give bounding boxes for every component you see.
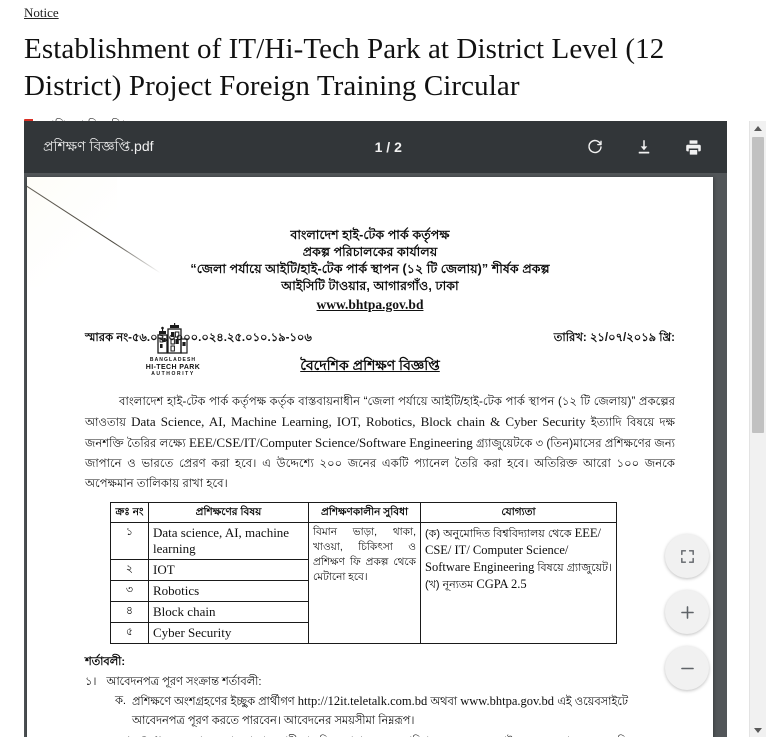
page-scrollbar[interactable] bbox=[749, 121, 766, 737]
row-4-sl: ৪ bbox=[110, 601, 149, 623]
hi-tech-park-building-icon bbox=[157, 323, 188, 354]
breadcrumb-notice-link[interactable]: Notice bbox=[24, 5, 59, 20]
pdf-viewer[interactable]: প্রশিক্ষণ বিজ্ঞপ্তি.pdf 1 / 2 BANGLADESH… bbox=[24, 121, 727, 737]
table-header-subject: প্রশিক্ষণের বিষয় bbox=[148, 502, 309, 523]
table-benefit-cell: বিমান ভাড়া, থাকা, খাওয়া, চিকিৎসা ও প্র… bbox=[308, 522, 421, 644]
table-qualification-cell: (ক) অনুমোদিত বিশ্ববিদ্যালয় থেকে EEE/ CS… bbox=[420, 522, 617, 644]
scroll-down-arrow[interactable] bbox=[750, 723, 766, 737]
row-3-subject: Robotics bbox=[148, 580, 309, 602]
condition-item-ka: ক. প্রশিক্ষণে অংশগ্রহণের ইচ্ছুক প্রার্থী… bbox=[115, 692, 675, 731]
table-header-row: ক্রঃ নং প্রশিক্ষণের বিষয় প্রশিক্ষণকালীন… bbox=[110, 502, 617, 523]
letterhead-line-1: বাংলাদেশ হাই-টেক পার্ক কর্তৃপক্ষ bbox=[290, 228, 450, 242]
logo-line-3: AUTHORITY bbox=[151, 371, 195, 377]
ka-part-2: অথবা bbox=[427, 696, 461, 708]
row-5-subject: Cyber Security bbox=[148, 622, 309, 644]
logo-text: BANGLADESH HI-TECH PARK AUTHORITY bbox=[137, 357, 209, 378]
qual-b-cgpa: CGPA 2.5 bbox=[476, 577, 527, 591]
letterhead-line-2: প্রকল্প পরিচালকের কার্যালয় bbox=[302, 245, 438, 259]
row-2-subject: IOT bbox=[148, 559, 309, 581]
pdf-floating-controls bbox=[665, 534, 709, 690]
memo-date: তারিখ: ২১/০৭/২০১৯ খ্রি: bbox=[553, 332, 675, 344]
row-5-sl: ৫ bbox=[110, 622, 149, 644]
body-tech-list: Data Science, AI, Machine Learning, IOT,… bbox=[131, 414, 586, 429]
table-header-sl: ক্রঃ নং bbox=[110, 502, 149, 523]
page-header: Notice Establishment of IT/Hi-Tech Park … bbox=[0, 0, 724, 105]
qual-a-pre: (ক) অনুমোদিত বিশ্ববিদ্যালয় থেকে bbox=[425, 528, 575, 540]
condition-i-text: Online-এ আবেদনপত্র পূরণ ও পরীক্ষার ফি জম… bbox=[140, 732, 631, 737]
logo-line-1: BANGLADESH bbox=[149, 357, 197, 363]
row-1-subject: Data science, AI, machine learning bbox=[148, 522, 309, 560]
conditions-section: শর্তাবলী: ১। আবেদনপত্র পূরণ সংক্রান্ত শর… bbox=[85, 653, 675, 737]
condition-item-1: ১। আবেদনপত্র পূরণ সংক্রান্ত শর্তাবলী: bbox=[85, 673, 675, 692]
ka-url-teletalk: http://12it.teletalk.com.bd bbox=[297, 694, 428, 708]
ka-part-1: প্রশিক্ষণে অংশগ্রহণের ইচ্ছুক প্রার্থীগণ bbox=[132, 696, 298, 708]
row-3-sl: ৩ bbox=[110, 580, 149, 602]
page-title: Establishment of IT/Hi-Tech Park at Dist… bbox=[24, 33, 665, 102]
letterhead-line-3: “জেলা পর্যায়ে আইটি/হাই-টেক পার্ক স্থাপন… bbox=[190, 262, 550, 276]
condition-item-i: i. Online-এ আবেদনপত্র পূরণ ও পরীক্ষার ফি… bbox=[127, 732, 675, 737]
download-icon[interactable] bbox=[632, 135, 656, 159]
table-row: ১ Data science, AI, machine learning বিম… bbox=[110, 522, 617, 644]
pdf-toolbar-filename: প্রশিক্ষণ বিজ্ঞপ্তি.pdf bbox=[43, 138, 154, 154]
print-icon[interactable] bbox=[681, 135, 705, 159]
pdf-document-page: BANGLADESH HI-TECH PARK AUTHORITY বাংলাদ… bbox=[27, 177, 713, 737]
pdf-toolbar-buttons bbox=[583, 135, 705, 159]
qual-a-post: বিষয়ে গ্র্যাজুয়েট। bbox=[534, 562, 612, 574]
condition-i-number: i. bbox=[127, 732, 134, 737]
scroll-thumb[interactable] bbox=[752, 137, 764, 433]
bhtpa-logo: BANGLADESH HI-TECH PARK AUTHORITY bbox=[137, 323, 209, 378]
row-1-sl: ১ bbox=[110, 522, 149, 560]
zoom-in-icon[interactable] bbox=[665, 590, 709, 634]
rotate-icon[interactable] bbox=[583, 135, 607, 159]
condition-ka-number: ক. bbox=[115, 695, 127, 707]
ka-url-bhtpa: www.bhtpa.gov.bd bbox=[460, 694, 555, 708]
qual-b-pre: (খ) নূন্যতম bbox=[425, 579, 477, 591]
scroll-up-arrow[interactable] bbox=[750, 121, 766, 135]
pdf-stage[interactable]: BANGLADESH HI-TECH PARK AUTHORITY বাংলাদ… bbox=[24, 173, 727, 737]
table-header-benefit: প্রশিক্ষণকালীন সুবিধা bbox=[308, 502, 421, 523]
zoom-out-icon[interactable] bbox=[665, 646, 709, 690]
letterhead-website: www.bhtpa.gov.bd bbox=[316, 297, 424, 312]
row-2-sl: ২ bbox=[110, 559, 149, 581]
table-header-qualification: যোগ্যতা bbox=[420, 502, 617, 523]
letterhead: বাংলাদেশ হাই-টেক পার্ক কর্তৃপক্ষ প্রকল্প… bbox=[27, 227, 713, 315]
document-heading: বৈদেশিক প্রশিক্ষণ বিজ্ঞপ্তি bbox=[300, 357, 440, 373]
fit-to-page-icon[interactable] bbox=[665, 534, 709, 578]
pdf-toolbar: প্রশিক্ষণ বিজ্ঞপ্তি.pdf 1 / 2 bbox=[24, 121, 727, 173]
condition-ka-text: প্রশিক্ষণে অংশগ্রহণের ইচ্ছুক প্রার্থীগণ … bbox=[132, 692, 675, 731]
document-body-paragraph: বাংলাদেশ হাই-টেক পার্ক কর্তৃপক্ষ কর্তৃক … bbox=[85, 392, 675, 494]
letterhead-line-4: আইসিটি টাওয়ার, আগারগাঁও, ঢাকা bbox=[281, 279, 459, 293]
training-table: ক্রঃ নং প্রশিক্ষণের বিষয় প্রশিক্ষণকালীন… bbox=[110, 502, 617, 644]
pdf-page-indicator: 1 / 2 bbox=[374, 139, 402, 155]
logo-line-2: HI-TECH PARK bbox=[145, 364, 201, 371]
condition-1-number: ১। bbox=[85, 676, 97, 688]
row-4-subject: Block chain bbox=[148, 601, 309, 623]
condition-1-text: আবেদনপত্র পূরণ সংক্রান্ত শর্তাবলী: bbox=[106, 676, 262, 688]
conditions-title: শর্তাবলী: bbox=[85, 656, 126, 668]
body-degree-list: EEE/CSE/IT/Computer Science/Software Eng… bbox=[188, 435, 473, 450]
